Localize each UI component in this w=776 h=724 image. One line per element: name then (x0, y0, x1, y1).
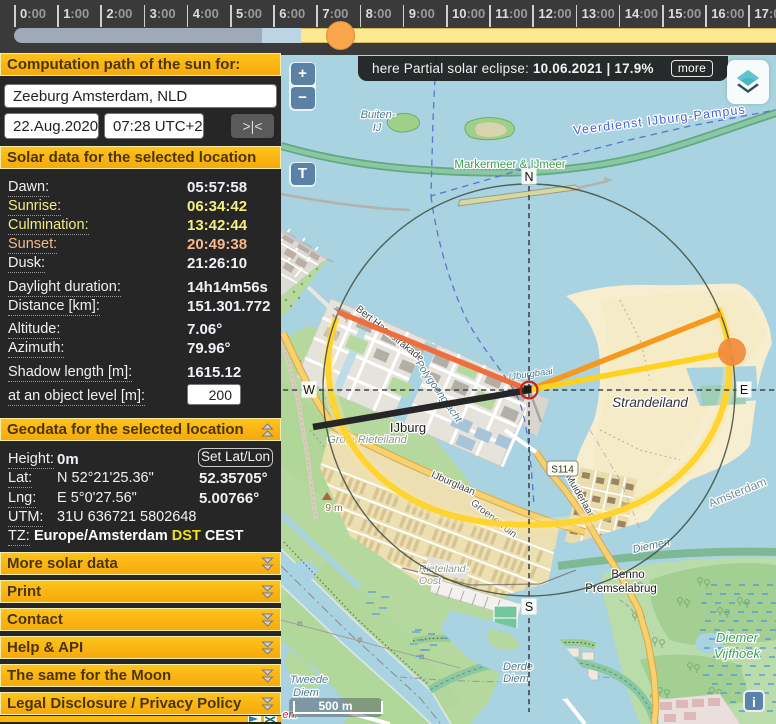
svg-text:Tweede: Tweede (290, 674, 328, 686)
svg-text:9 m: 9 m (325, 502, 343, 514)
svg-text:Markermeer & IJmeer: Markermeer & IJmeer (454, 159, 565, 171)
svg-text:Vijfhoek: Vijfhoek (714, 646, 762, 661)
svg-text:Buiten-: Buiten- (361, 109, 396, 121)
svg-text:IJ: IJ (373, 122, 382, 134)
svg-text:S114: S114 (551, 465, 574, 476)
svg-text:Grote Rieteiland: Grote Rieteiland (327, 434, 407, 446)
svg-text:Strandeiland: Strandeiland (612, 395, 688, 410)
svg-text:IJburg: IJburg (390, 420, 426, 435)
svg-text:Oost: Oost (419, 575, 442, 587)
svg-text:Diemer: Diemer (716, 630, 759, 645)
svg-text:S: S (525, 600, 533, 614)
svg-text:Diem: Diem (503, 673, 529, 685)
svg-text:E: E (740, 383, 748, 397)
svg-text:N: N (524, 170, 533, 184)
svg-text:W: W (303, 383, 315, 397)
